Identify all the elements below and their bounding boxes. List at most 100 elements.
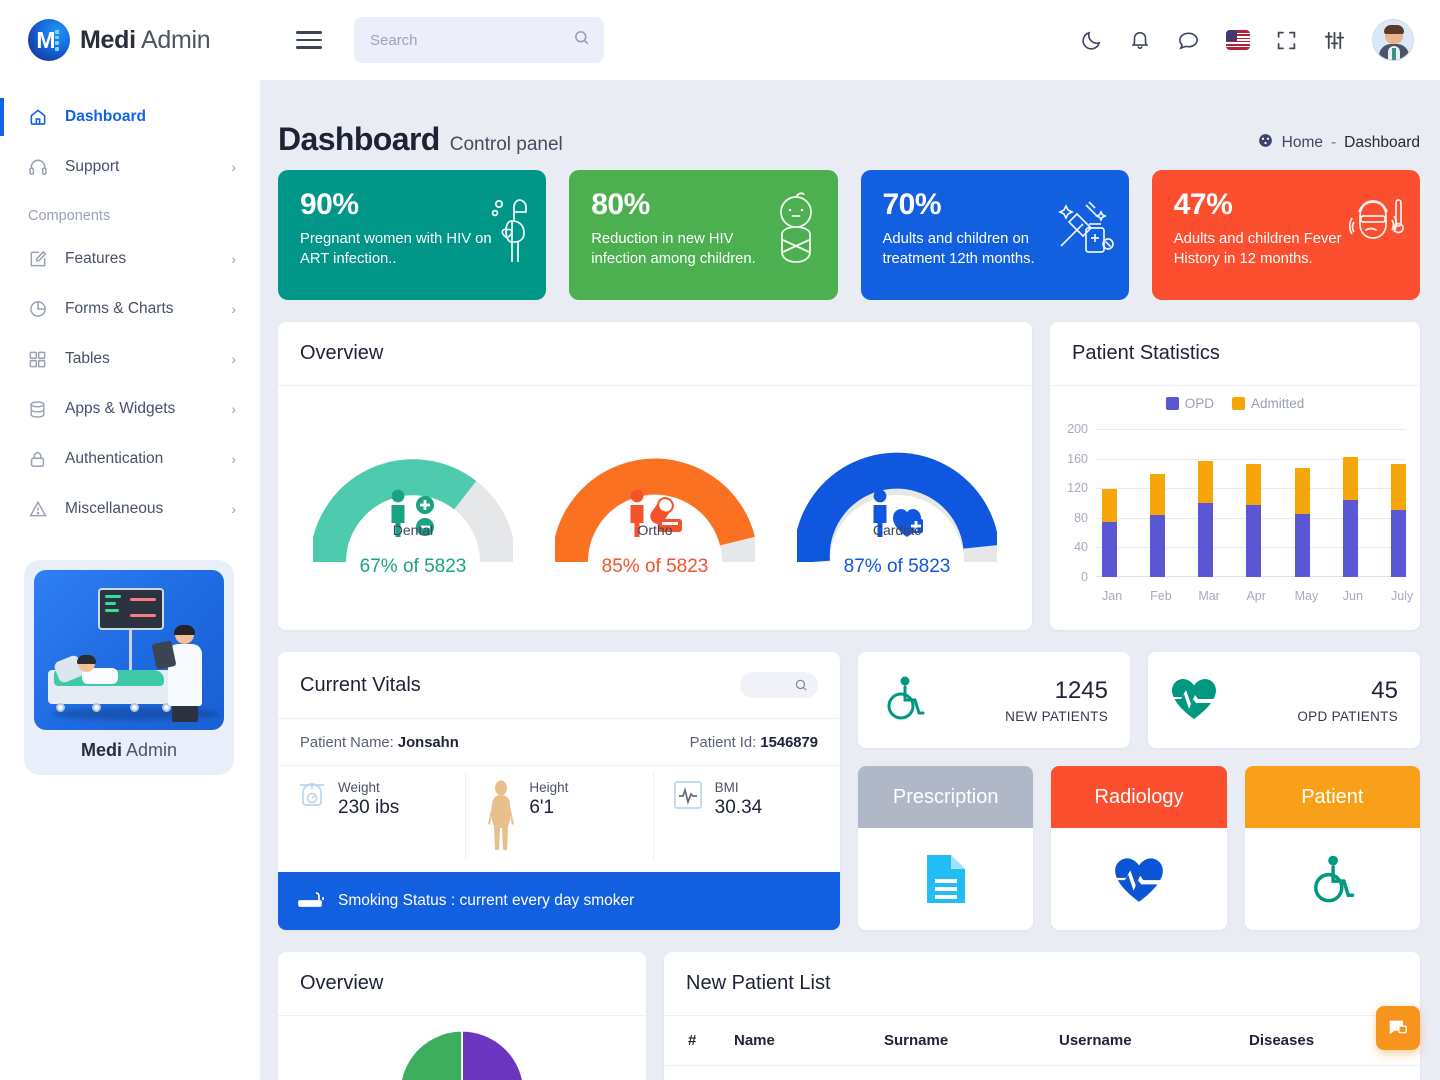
- pie-chart: 14.3%: [278, 1016, 646, 1080]
- database-icon: [28, 400, 52, 419]
- bar-jun[interactable]: [1342, 457, 1358, 577]
- page-subtitle: Control panel: [449, 134, 563, 155]
- baby-icon: [768, 190, 824, 273]
- table-row[interactable]: 1 Jacob Doe @Jacob Fever: [664, 1066, 1420, 1080]
- vital-value: 6'1: [529, 797, 555, 818]
- chevron-right-icon: ›: [231, 351, 236, 367]
- vital-height: Height 6'1: [465, 766, 652, 866]
- legend-item-admitted[interactable]: Admitted: [1231, 396, 1304, 411]
- stat-card-pregnant-women[interactable]: 90% Pregnant women with HIV on ART infec…: [278, 170, 547, 300]
- fullscreen-icon[interactable]: [1276, 30, 1297, 51]
- tile-patient[interactable]: Patient: [1244, 766, 1420, 930]
- y-tick: 0: [1081, 570, 1088, 584]
- logo-letter: M: [36, 26, 55, 53]
- stat-card-adults-treatment[interactable]: 70% Adults and children on treatment 12t…: [860, 170, 1129, 300]
- bar-may[interactable]: [1294, 468, 1310, 577]
- pie-chart-svg[interactable]: 14.3%: [347, 1028, 577, 1080]
- bar-july[interactable]: [1390, 463, 1406, 577]
- gauge-ortho[interactable]: Ortho 85% of 5823: [544, 427, 766, 578]
- vital-bmi: BMI 30.34: [652, 766, 840, 866]
- gauge-group: Dental 67% of 5823 Ortho 85% of 5823 Car…: [278, 386, 1032, 618]
- y-tick: 40: [1074, 540, 1088, 555]
- vital-value: 30.34: [714, 797, 763, 818]
- counter-opd-patients[interactable]: 45 OPD PATIENTS: [1148, 652, 1420, 748]
- new-patient-list-title: New Patient List: [686, 972, 831, 994]
- chat-icon[interactable]: [1177, 29, 1200, 52]
- x-tick: July: [1390, 589, 1414, 603]
- gauge-dental[interactable]: Dental 67% of 5823: [302, 427, 524, 578]
- patient-statistics-header: Patient Statistics: [1050, 322, 1420, 386]
- logo-mark-icon: M: [28, 19, 70, 61]
- stat-card-fever-history[interactable]: 47% Adults and children Fever History in…: [1151, 170, 1420, 300]
- chevron-right-icon: ›: [231, 251, 236, 267]
- sidebar-item-support[interactable]: Support ›: [0, 142, 260, 192]
- moon-icon[interactable]: [1080, 29, 1103, 52]
- brand-logo[interactable]: M Medi Admin: [0, 19, 260, 61]
- vital-weight: Weight 230 ibs: [278, 766, 465, 866]
- sidebar-item-dashboard[interactable]: Dashboard: [0, 92, 260, 142]
- vitals-search-button[interactable]: [740, 672, 818, 698]
- menu-toggle-icon[interactable]: [296, 26, 322, 53]
- bell-icon[interactable]: [1129, 29, 1151, 51]
- sidebar-promo-card[interactable]: Medi Admin: [24, 560, 234, 775]
- gauge-value: 85% of 5823: [601, 555, 709, 577]
- legend-label: OPD: [1184, 396, 1214, 411]
- patient-id-label: Patient Id:: [689, 735, 757, 751]
- sidebar-item-forms-charts[interactable]: Forms & Charts ›: [0, 284, 260, 334]
- counter-value: 45: [1371, 676, 1398, 704]
- sliders-icon[interactable]: [1323, 29, 1346, 52]
- sidebar-item-features[interactable]: Features ›: [0, 234, 260, 284]
- x-tick: Apr: [1246, 589, 1266, 603]
- stat-description: Pregnant women with HIV on ART infection…: [300, 231, 492, 267]
- lock-icon: [28, 450, 52, 469]
- brand-text: Medi Admin: [80, 26, 211, 55]
- chevron-right-icon: ›: [231, 451, 236, 467]
- counter-value: 1245: [1054, 676, 1108, 704]
- avatar[interactable]: [1372, 19, 1414, 61]
- gauge-label: Ortho: [637, 521, 673, 538]
- tile-radiology[interactable]: Radiology: [1051, 766, 1227, 930]
- tile-prescription[interactable]: Prescription: [858, 766, 1034, 930]
- sidebar-item-label: Tables: [65, 350, 110, 367]
- sidebar-item-authentication[interactable]: Authentication ›: [0, 434, 260, 484]
- overview2-card: Overview 14.3%: [278, 952, 646, 1080]
- bar-feb[interactable]: [1150, 474, 1166, 577]
- breadcrumb-home[interactable]: Home: [1282, 134, 1323, 152]
- stat-card-reduction-hiv[interactable]: 80% Reduction in new HIV infection among…: [569, 170, 838, 300]
- sidebar-item-tables[interactable]: Tables ›: [0, 334, 260, 384]
- pie-icon: [28, 299, 52, 319]
- gauge-cardiac[interactable]: Cardiac 87% of 5823: [786, 427, 1008, 578]
- cell-num: 1: [664, 1066, 724, 1080]
- heart-pulse-icon: [1170, 676, 1218, 725]
- counter-label: NEW PATIENTS: [1005, 708, 1108, 724]
- search-input[interactable]: [370, 31, 588, 49]
- chevron-right-icon: ›: [231, 401, 236, 417]
- chart-legend: OPD Admitted: [1050, 386, 1420, 415]
- legend-item-opd[interactable]: OPD: [1165, 396, 1214, 411]
- tile-label: Radiology: [1051, 766, 1227, 828]
- bar-apr[interactable]: [1246, 463, 1262, 577]
- vital-label: BMI: [714, 780, 739, 795]
- y-tick: 160: [1067, 451, 1088, 466]
- heart-pulse-icon: [1051, 828, 1226, 930]
- bar-group: [1102, 429, 1406, 577]
- flag-us-icon[interactable]: [1226, 30, 1250, 50]
- sidebar-item-apps-widgets[interactable]: Apps & Widgets ›: [0, 384, 260, 434]
- search-box[interactable]: [354, 17, 604, 63]
- promo-label-light: Admin: [121, 740, 178, 760]
- smoking-status-text: Smoking Status : current every day smoke…: [338, 892, 635, 909]
- counter-label: OPD PATIENTS: [1297, 708, 1398, 724]
- patient-name-value: Jonsahn: [397, 735, 459, 751]
- logo-dots-icon: [55, 30, 63, 51]
- gauge-label: Cardiac: [872, 521, 922, 538]
- sidebar-item-miscellaneous[interactable]: Miscellaneous ›: [0, 484, 260, 534]
- bar-jan[interactable]: [1102, 488, 1117, 577]
- main-content: Dashboard Control panel Home - Dashboard…: [260, 80, 1440, 1080]
- search-icon[interactable]: [573, 29, 590, 51]
- wheelchair-icon: [880, 674, 928, 727]
- counter-new-patients[interactable]: 1245 NEW PATIENTS: [858, 652, 1130, 748]
- chat-support-fab[interactable]: [1376, 1006, 1420, 1050]
- wheelchair-icon: [1245, 828, 1420, 930]
- page-title: Dashboard: [278, 121, 440, 157]
- bar-mar[interactable]: [1198, 460, 1214, 577]
